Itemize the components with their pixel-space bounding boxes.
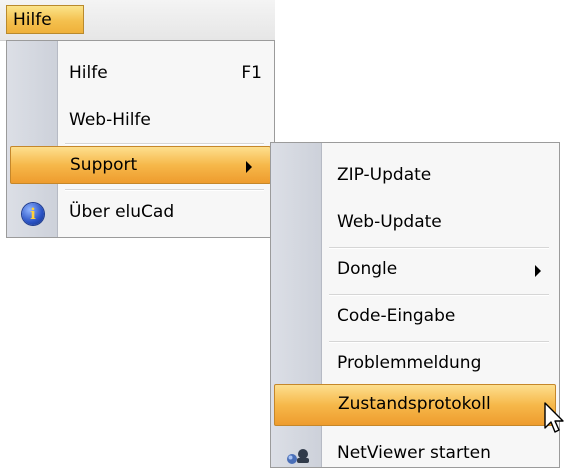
submenu-item-code-eingabe[interactable]: Code-Eingabe [271, 298, 559, 338]
menu-separator [65, 189, 264, 191]
menu-separator [65, 143, 264, 145]
submenu-item-netviewer[interactable]: NetViewer starten [271, 435, 559, 475]
menu-item-web-hilfe[interactable]: Web-Hilfe [7, 102, 274, 142]
support-submenu: ZIP-Update Web-Update Dongle Code-Eingab… [270, 142, 560, 468]
netviewer-icon [287, 449, 309, 464]
menu-item-label: Hilfe [69, 63, 108, 83]
submenu-item-zustandsprotokoll[interactable]: Zustandsprotokoll [274, 384, 556, 426]
menu-item-label: Über eluCad [69, 202, 175, 222]
menu-item-support[interactable]: Support [10, 146, 271, 184]
menu-item-hilfe[interactable]: Hilfe F1 [7, 55, 274, 95]
menu-item-label: Dongle [337, 259, 398, 279]
submenu-item-zip-update[interactable]: ZIP-Update [271, 157, 559, 197]
submenu-arrow-icon [535, 265, 541, 277]
menu-item-label: Zustandsprotokoll [338, 394, 491, 414]
menu-separator [329, 341, 549, 343]
submenu-item-problemmeldung[interactable]: Problemmeldung [271, 345, 559, 385]
menu-separator [329, 247, 549, 249]
menu-separator [329, 294, 549, 296]
menu-item-label: Web-Hilfe [69, 110, 151, 130]
menu-item-label: ZIP-Update [337, 165, 432, 185]
menu-hilfe-label: Hilfe [13, 10, 52, 30]
menu-bar: Hilfe [0, 0, 275, 41]
menu-item-label: NetViewer starten [337, 443, 491, 463]
menu-item-shortcut: F1 [241, 63, 262, 83]
info-icon: i [22, 203, 44, 225]
submenu-item-dongle[interactable]: Dongle [271, 251, 559, 291]
mouse-cursor-icon [544, 402, 564, 433]
menu-item-about[interactable]: i Über eluCad [7, 194, 274, 234]
submenu-arrow-icon [246, 161, 252, 173]
submenu-item-web-update[interactable]: Web-Update [271, 204, 559, 244]
menu-item-label: Problemmeldung [337, 353, 482, 373]
menu-item-label: Support [70, 155, 138, 175]
menu-item-label: Web-Update [337, 212, 442, 232]
menu-item-label: Code-Eingabe [337, 306, 456, 326]
menu-hilfe[interactable]: Hilfe [6, 5, 84, 34]
hilfe-dropdown: Hilfe F1 Web-Hilfe Support i Über eluCad [6, 40, 275, 238]
